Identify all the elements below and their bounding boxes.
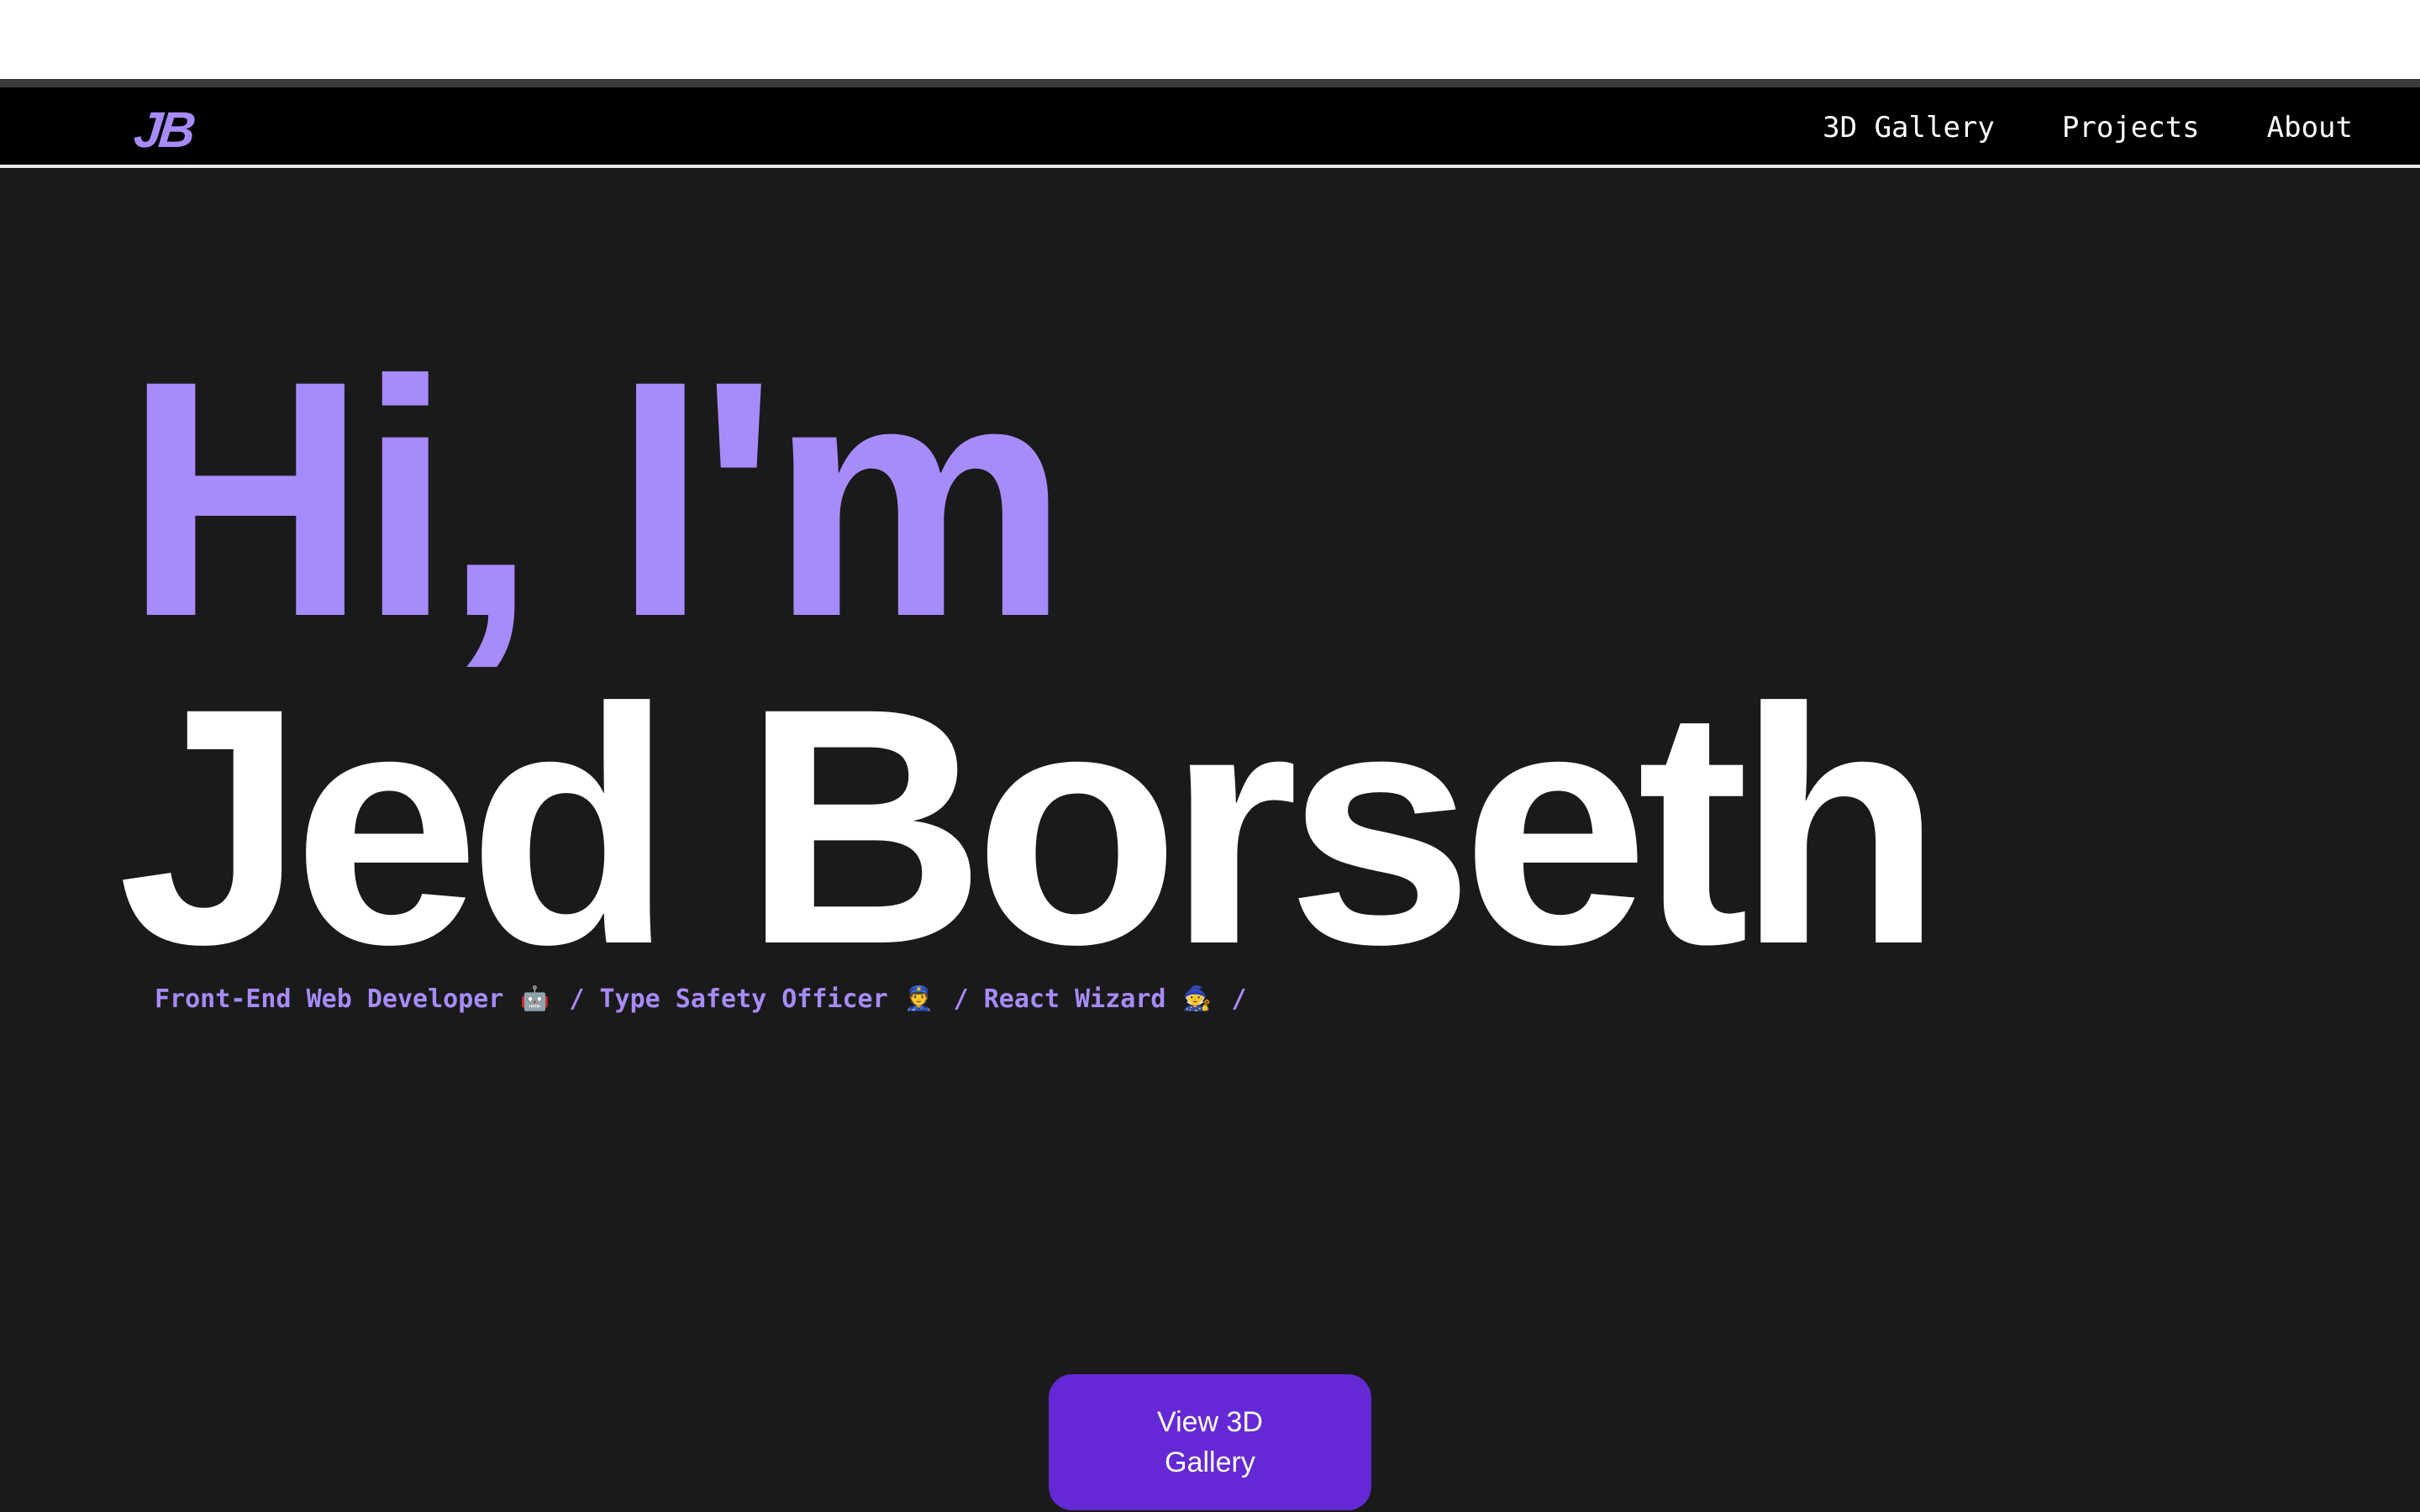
hero-name: Jed Borseth — [118, 638, 1943, 1014]
role-separator: / — [1231, 984, 1247, 1014]
role-separator: / — [569, 984, 585, 1014]
role-label: Front-End Web Developer — [155, 984, 504, 1014]
nav-link-about[interactable]: About — [2267, 111, 2353, 144]
browser-chrome-edge — [0, 79, 2420, 87]
role-label: Type Safety Officer — [599, 984, 888, 1014]
role-separator: / — [953, 984, 969, 1014]
hero-section: Hi, I'm Jed Borseth Front-End Web Develo… — [0, 171, 2420, 1512]
police-officer-icon: 👮 — [904, 984, 934, 1012]
nav-links: 3D Gallery Projects About — [1823, 87, 2353, 168]
logo[interactable]: JB — [131, 102, 195, 158]
role-item: React Wizard 🧙 — [984, 983, 1213, 1015]
nav-link-3d-gallery[interactable]: 3D Gallery — [1823, 111, 1995, 144]
role-label: React Wizard — [983, 984, 1166, 1014]
navbar: JB 3D Gallery Projects About — [0, 87, 2420, 168]
browser-chrome — [0, 0, 2420, 79]
view-3d-gallery-button[interactable]: View 3D Gallery — [1049, 1374, 1371, 1510]
role-tagline: Front-End Web Developer 🤖 / Type Safety … — [155, 983, 1262, 1015]
robot-icon: 🤖 — [519, 984, 550, 1012]
role-item: Front-End Web Developer 🤖 — [155, 983, 550, 1015]
nav-link-projects[interactable]: Projects — [2062, 111, 2200, 144]
wizard-icon: 🧙 — [1182, 984, 1212, 1012]
role-item: Type Safety Officer 👮 — [599, 983, 934, 1015]
hero-greeting: Hi, I'm — [124, 311, 1069, 686]
